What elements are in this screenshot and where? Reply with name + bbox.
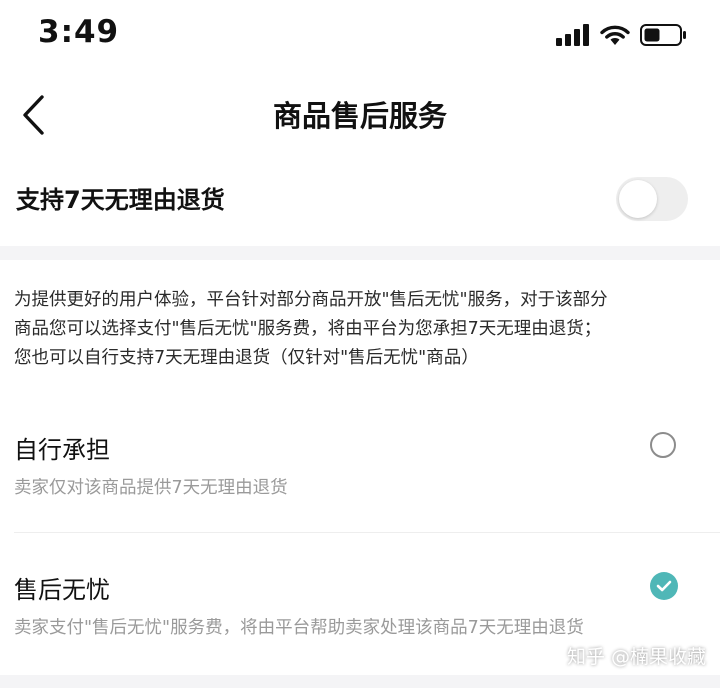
- seven-day-return-label: 支持7天无理由退货: [16, 186, 225, 214]
- toggle-knob: [619, 180, 657, 218]
- radio-unchecked-icon: [650, 432, 676, 458]
- description-line: 商品您可以选择支付"售后无忧"服务费，将由平台为您承担7天无理由退货；: [14, 319, 602, 339]
- radio-checked-icon: [650, 572, 678, 600]
- check-icon: [656, 580, 672, 592]
- status-time: 3:49: [38, 14, 120, 50]
- option-subtitle: 卖家支付"售后无忧"服务费，将由平台帮助卖家处理该商品7天无理由退货: [14, 618, 584, 638]
- nav-bar: 商品售后服务: [0, 75, 720, 155]
- description-line: 为提供更好的用户体验，平台针对部分商品开放"售后无忧"服务，对于该部分: [14, 290, 608, 310]
- watermark: 知乎 @楠果收藏: [566, 646, 706, 668]
- option-self-bear[interactable]: 自行承担 卖家仅对该商品提供7天无理由退货: [0, 420, 720, 530]
- radio-self-bear[interactable]: [650, 432, 678, 460]
- cellular-signal-icon: [556, 24, 589, 46]
- section-divider: [0, 246, 720, 260]
- radio-worry-free[interactable]: [650, 572, 678, 600]
- status-icons: [556, 20, 688, 50]
- option-title: 自行承担: [14, 436, 110, 464]
- wifi-icon: [600, 25, 630, 45]
- description-line: 您也可以自行支持7天无理由退货（仅针对"售后无忧"商品）: [14, 348, 479, 368]
- status-bar: 3:49: [0, 0, 720, 70]
- option-divider: [14, 532, 720, 533]
- option-title: 售后无忧: [14, 576, 110, 604]
- option-subtitle: 卖家仅对该商品提供7天无理由退货: [14, 478, 288, 498]
- seven-day-return-toggle[interactable]: [616, 177, 688, 221]
- service-description: 为提供更好的用户体验，平台针对部分商品开放"售后无忧"服务，对于该部分 商品您可…: [14, 286, 710, 373]
- bottom-band: [0, 675, 720, 688]
- seven-day-return-row: 支持7天无理由退货: [0, 158, 720, 240]
- page-title: 商品售后服务: [272, 99, 447, 133]
- battery-icon: [640, 24, 686, 46]
